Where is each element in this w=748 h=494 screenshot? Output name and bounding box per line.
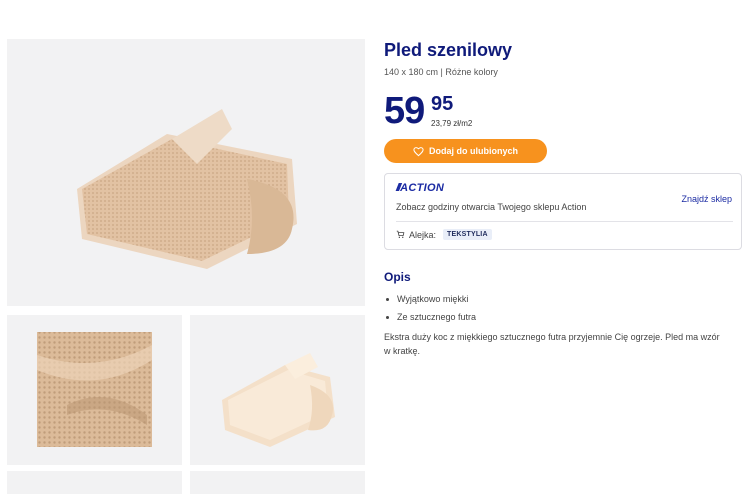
thumbnail-strip-gap <box>182 471 190 494</box>
store-hours-text: Zobacz godziny otwarcia Twojego sklepu A… <box>396 202 587 212</box>
description-bullet: Wyjątkowo miękki <box>386 290 476 308</box>
price-main: 59 <box>384 90 425 132</box>
product-thumbnail-texture[interactable] <box>7 315 182 465</box>
action-logo: /// ACTION <box>396 182 444 194</box>
product-image-main[interactable] <box>7 39 365 306</box>
price-cents: 95 <box>431 93 454 115</box>
cream-blanket-image <box>222 353 335 447</box>
description-bullet-text: Wyjątkowo miękki <box>397 294 469 304</box>
aisle-info: Alejka: TEKSTYLIA <box>396 229 492 240</box>
description-bullets: Wyjątkowo miękki Ze sztucznego futra <box>386 290 476 326</box>
description-bullet: Ze sztucznego futra <box>386 308 476 326</box>
bullet-dot <box>386 315 389 319</box>
action-logo-mark: /// <box>396 182 401 194</box>
price-per-unit: 23,79 zł/m2 <box>431 119 473 128</box>
heart-icon <box>413 146 424 156</box>
product-thumbnail-cream[interactable] <box>190 315 365 465</box>
bullet-dot <box>386 297 389 301</box>
folded-blanket-image <box>77 109 297 269</box>
action-logo-text: ACTION <box>400 182 445 194</box>
product-subtitle: 140 x 180 cm | Różne kolory <box>384 67 498 77</box>
store-info-box: /// ACTION Zobacz godziny otwarcia Twoje… <box>384 173 742 250</box>
add-to-favorites-button[interactable]: Dodaj do ulubionych <box>384 139 547 163</box>
product-title: Pled szenilowy <box>384 40 513 60</box>
description-bullet-text: Ze sztucznego futra <box>397 312 477 322</box>
add-to-favorites-label: Dodaj do ulubionych <box>429 146 518 156</box>
aisle-badge: TEKSTYLIA <box>443 229 492 240</box>
description-text: Ekstra duży koc z miękkiego sztucznego f… <box>384 332 720 356</box>
fabric-texture-image <box>37 332 152 447</box>
aisle-label: Alejka: <box>409 229 437 240</box>
store-divider <box>396 221 733 222</box>
cart-icon <box>396 230 405 238</box>
find-store-link[interactable]: Znajdź sklep <box>681 194 732 204</box>
description-heading: Opis <box>384 270 411 284</box>
